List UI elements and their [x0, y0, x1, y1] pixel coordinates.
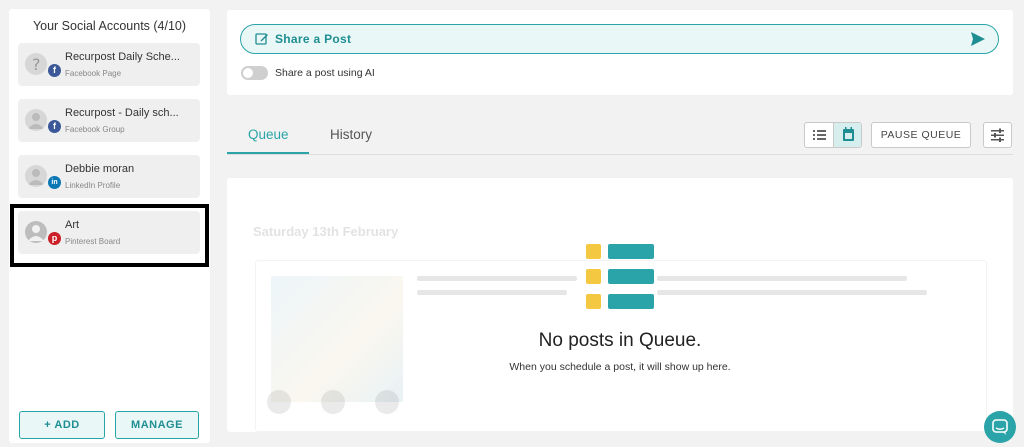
account-item-recurpost-page[interactable]: ? f Recurpost Daily Sche... Facebook Pag… [18, 43, 200, 86]
view-toggle-group [804, 122, 862, 148]
account-type: Facebook Group [65, 125, 125, 134]
list-view-button[interactable] [805, 123, 834, 147]
chat-support-button[interactable] [984, 411, 1016, 443]
list-icon [813, 130, 826, 140]
linkedin-icon: in [48, 176, 61, 189]
facebook-icon: f [48, 120, 61, 133]
chat-icon [992, 419, 1008, 435]
background-avatar [375, 390, 399, 414]
send-icon[interactable] [970, 31, 986, 52]
tab-history[interactable]: History [330, 127, 372, 142]
avatar: ? [25, 53, 47, 75]
filter-settings-button[interactable] [983, 122, 1012, 148]
account-type: LinkedIn Profile [65, 181, 121, 190]
background-text-line [417, 290, 567, 295]
ai-toggle-label: Share a post using AI [275, 67, 375, 79]
facebook-icon: f [48, 64, 61, 77]
background-text-line [657, 290, 927, 295]
avatar [25, 165, 47, 187]
account-type: Facebook Page [65, 69, 122, 78]
user-placeholder-icon [28, 113, 44, 129]
calendar-icon [843, 127, 854, 141]
add-account-button[interactable]: + ADD [19, 411, 105, 439]
sidebar-title: Your Social Accounts (4/10) [32, 19, 187, 33]
account-name: Recurpost - Daily sch... [65, 107, 179, 119]
background-avatar [267, 390, 291, 414]
empty-queue-icon [586, 244, 654, 310]
empty-queue-title: No posts in Queue. [538, 330, 702, 351]
queue-panel: Saturday 13th February No posts in Queue… [227, 178, 1013, 432]
calendar-view-button[interactable] [834, 123, 861, 147]
tab-divider [227, 154, 1013, 155]
background-avatar [321, 390, 345, 414]
background-date: Saturday 13th February [253, 224, 399, 239]
toggle-knob [243, 68, 253, 78]
pause-queue-button[interactable]: PAUSE QUEUE [871, 122, 971, 148]
tab-queue[interactable]: Queue [248, 127, 289, 142]
question-mark-icon: ? [32, 55, 41, 74]
manage-accounts-button[interactable]: MANAGE [115, 411, 199, 439]
background-text-line [657, 276, 907, 281]
share-post-label: Share a Post [275, 32, 352, 46]
sliders-icon [991, 128, 1004, 142]
account-item-recurpost-group[interactable]: f Recurpost - Daily sch... Facebook Grou… [18, 99, 200, 142]
edit-icon [255, 32, 269, 51]
background-text-line [417, 276, 577, 281]
empty-queue-subtitle: When you schedule a post, it will show u… [509, 361, 731, 373]
share-post-card: Share a Post Share a post using AI [227, 10, 1013, 95]
avatar [25, 109, 47, 131]
user-placeholder-icon [28, 169, 44, 185]
account-name: Recurpost Daily Sche... [65, 51, 180, 63]
ai-toggle[interactable] [241, 66, 268, 80]
selected-account-highlight [10, 204, 209, 267]
account-item-debbie-moran[interactable]: in Debbie moran LinkedIn Profile [18, 155, 200, 198]
share-post-input[interactable]: Share a Post [240, 24, 999, 54]
svg-text:?: ? [32, 55, 41, 74]
account-name: Debbie moran [65, 163, 135, 175]
